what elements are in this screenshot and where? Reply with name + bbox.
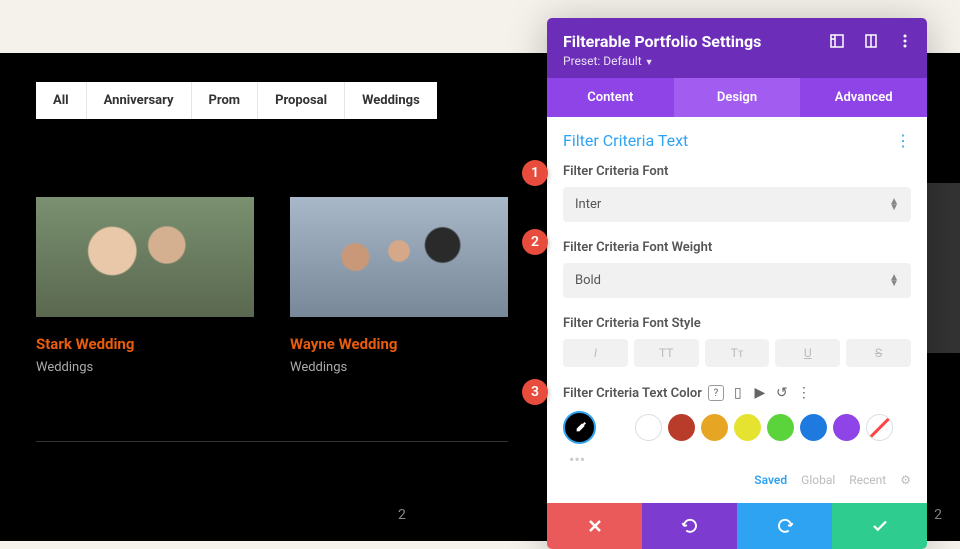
color-swatch-green[interactable] bbox=[767, 414, 794, 441]
callout-2: 2 bbox=[522, 229, 548, 255]
underline-button[interactable]: U bbox=[775, 339, 840, 367]
settings-panel: Filterable Portfolio Settings Preset: De… bbox=[547, 18, 927, 549]
help-icon[interactable]: ? bbox=[708, 385, 724, 401]
save-button[interactable] bbox=[832, 503, 927, 549]
italic-button[interactable]: I bbox=[563, 339, 628, 367]
page-number[interactable]: 2 bbox=[934, 507, 942, 523]
undo-button[interactable] bbox=[642, 503, 737, 549]
callout-3: 3 bbox=[522, 379, 548, 405]
portfolio-title[interactable]: Stark Wedding bbox=[36, 335, 254, 353]
font-label: Filter Criteria Font bbox=[563, 164, 911, 179]
portfolio-thumbnail[interactable] bbox=[36, 197, 254, 317]
color-swatch-yellow[interactable] bbox=[734, 414, 761, 441]
panel-actions bbox=[547, 503, 927, 549]
font-select[interactable]: Inter ▲▼ bbox=[563, 187, 911, 222]
section-menu-icon[interactable]: ⋮ bbox=[895, 131, 911, 150]
color-swatch-black[interactable] bbox=[602, 414, 629, 441]
panel-header: Filterable Portfolio Settings Preset: De… bbox=[547, 18, 927, 78]
portfolio-category: Weddings bbox=[290, 360, 508, 375]
weight-select[interactable]: Bold ▲▼ bbox=[563, 263, 911, 298]
reset-icon[interactable]: ↺ bbox=[774, 385, 790, 401]
gear-icon[interactable]: ⚙ bbox=[900, 473, 911, 487]
recent-tab[interactable]: Recent bbox=[849, 473, 886, 487]
color-swatch-blue[interactable] bbox=[800, 414, 827, 441]
filter-tab-anniversary[interactable]: Anniversary bbox=[87, 82, 192, 119]
color-swatches bbox=[563, 411, 911, 444]
style-buttons: I TT Tᴛ U S bbox=[563, 339, 911, 367]
cancel-button[interactable] bbox=[547, 503, 642, 549]
filter-tab-all[interactable]: All bbox=[36, 82, 87, 119]
callout-1: 1 bbox=[522, 160, 548, 186]
tab-design[interactable]: Design bbox=[674, 78, 801, 117]
weight-label: Filter Criteria Font Weight bbox=[563, 240, 911, 255]
style-label: Filter Criteria Font Style bbox=[563, 316, 911, 331]
smallcaps-button[interactable]: Tᴛ bbox=[705, 339, 770, 367]
more-dots-icon[interactable]: ⋮ bbox=[796, 385, 812, 401]
tab-advanced[interactable]: Advanced bbox=[800, 78, 927, 117]
color-swatch-purple[interactable] bbox=[833, 414, 860, 441]
tab-content[interactable]: Content bbox=[547, 78, 674, 117]
color-swatch-transparent[interactable] bbox=[866, 414, 893, 441]
phone-icon[interactable]: ▯ bbox=[730, 385, 746, 401]
book-icon[interactable] bbox=[863, 33, 879, 49]
divider bbox=[36, 441, 508, 442]
section-title[interactable]: Filter Criteria Text ⋮ bbox=[563, 131, 911, 150]
color-label: Filter Criteria Text Color bbox=[563, 386, 702, 401]
color-swatch-red[interactable] bbox=[668, 414, 695, 441]
portfolio-grid: Stark Wedding Weddings Wayne Wedding Wed… bbox=[36, 197, 508, 375]
preset-dropdown[interactable]: Preset: Default ▼ bbox=[563, 54, 911, 68]
filter-tab-weddings[interactable]: Weddings bbox=[345, 82, 437, 119]
portfolio-item[interactable]: Stark Wedding Weddings bbox=[36, 197, 254, 375]
select-arrows-icon: ▲▼ bbox=[889, 199, 899, 211]
filter-tab-proposal[interactable]: Proposal bbox=[258, 82, 345, 119]
more-swatches-icon[interactable]: ••• bbox=[569, 450, 911, 469]
panel-tabs: Content Design Advanced bbox=[547, 78, 927, 117]
page-number[interactable]: 2 bbox=[398, 507, 406, 523]
uppercase-button[interactable]: TT bbox=[634, 339, 699, 367]
color-picker-swatch[interactable] bbox=[563, 411, 596, 444]
portfolio-category: Weddings bbox=[36, 360, 254, 375]
select-arrows-icon: ▲▼ bbox=[889, 275, 899, 287]
portfolio-title[interactable]: Wayne Wedding bbox=[290, 335, 508, 353]
expand-icon[interactable] bbox=[829, 33, 845, 49]
global-tab[interactable]: Global bbox=[801, 473, 835, 487]
panel-body: Filter Criteria Text ⋮ Filter Criteria F… bbox=[547, 117, 927, 503]
redo-button[interactable] bbox=[737, 503, 832, 549]
portfolio-thumbnail[interactable] bbox=[290, 197, 508, 317]
portfolio-item[interactable]: Wayne Wedding Weddings bbox=[290, 197, 508, 375]
partial-content bbox=[924, 183, 960, 353]
strikethrough-button[interactable]: S bbox=[846, 339, 911, 367]
color-swatch-orange[interactable] bbox=[701, 414, 728, 441]
menu-dots-icon[interactable] bbox=[897, 33, 913, 49]
color-swatch-white[interactable] bbox=[635, 414, 662, 441]
filter-tab-prom[interactable]: Prom bbox=[192, 82, 259, 119]
filter-tab-bar: All Anniversary Prom Proposal Weddings bbox=[36, 82, 437, 119]
saved-tab[interactable]: Saved bbox=[754, 473, 787, 487]
cursor-icon[interactable]: ▶ bbox=[752, 385, 768, 401]
